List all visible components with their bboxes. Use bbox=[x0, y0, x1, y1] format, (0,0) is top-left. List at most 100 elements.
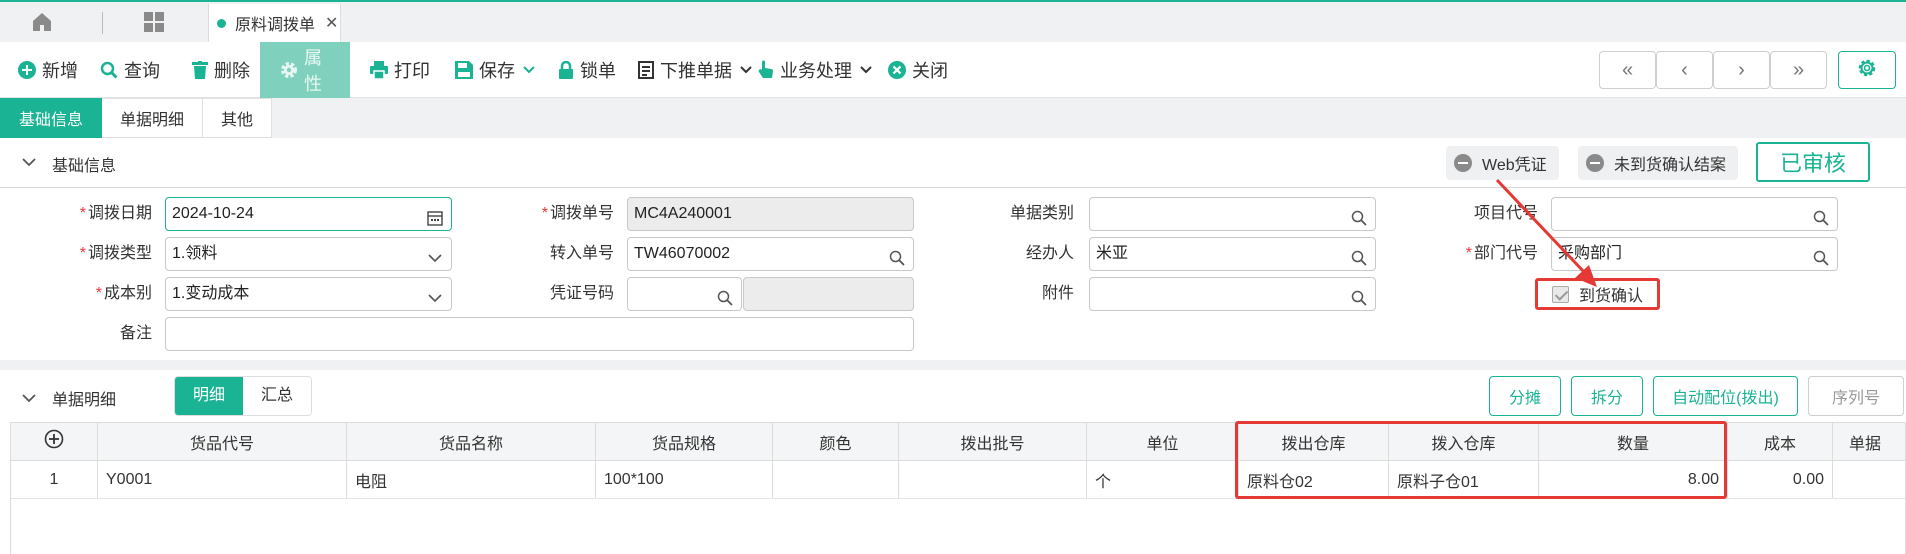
not-arrived-close-button[interactable]: 未到货确认结案 bbox=[1578, 146, 1739, 180]
search-icon[interactable] bbox=[1813, 246, 1829, 266]
delete-button[interactable]: 删除 bbox=[192, 42, 250, 98]
transfer-no-label: * 调拨单号 bbox=[541, 205, 614, 222]
project-code-field[interactable] bbox=[1551, 197, 1838, 231]
search-icon[interactable] bbox=[1351, 206, 1367, 226]
col-header[interactable]: 成本 bbox=[1728, 423, 1833, 460]
home-icon[interactable] bbox=[30, 10, 54, 34]
next-record-button[interactable]: › bbox=[1713, 51, 1770, 89]
voucher-no-field[interactable] bbox=[627, 277, 742, 311]
print-button[interactable]: 打印 bbox=[370, 42, 430, 98]
cell-in-warehouse[interactable]: 原料子仓01 bbox=[1389, 461, 1539, 498]
col-header[interactable]: 单位 bbox=[1087, 423, 1239, 460]
tab-doc-detail[interactable]: 单据明细 bbox=[102, 98, 204, 138]
cost-type-label: * 成本别 bbox=[95, 285, 152, 302]
doc-category-label: 单据类别 bbox=[1009, 205, 1074, 222]
apps-icon[interactable] bbox=[142, 10, 166, 34]
share-button[interactable]: 分摊 bbox=[1489, 376, 1561, 416]
prev-record-button[interactable]: ‹ bbox=[1656, 51, 1713, 89]
cell-batch[interactable] bbox=[899, 461, 1087, 498]
chevron-down-icon[interactable] bbox=[22, 154, 36, 172]
last-record-button[interactable]: » bbox=[1770, 51, 1827, 89]
col-header[interactable]: 数量 bbox=[1539, 423, 1728, 460]
transfer-date-label: * 调拨日期 bbox=[79, 205, 152, 222]
tab-summary[interactable]: 汇总 bbox=[243, 377, 312, 415]
serial-number-button[interactable]: 序列号 bbox=[1808, 376, 1904, 416]
cell-code[interactable]: Y0001 bbox=[98, 461, 347, 498]
section-title: 基础信息 bbox=[52, 158, 117, 175]
arrival-confirm-checkbox[interactable]: 到货确认 bbox=[1535, 278, 1660, 310]
chevron-down-icon bbox=[523, 63, 535, 77]
cell-out-warehouse[interactable]: 原料仓02 bbox=[1239, 461, 1389, 498]
cell-cost[interactable]: 0.00 bbox=[1728, 461, 1833, 498]
tab-transfer-order[interactable]: 原料调拨单 ✕ bbox=[208, 4, 341, 42]
cell-color[interactable] bbox=[773, 461, 899, 498]
voucher-no-label: 凭证号码 bbox=[549, 285, 614, 302]
tab-other[interactable]: 其他 bbox=[203, 98, 273, 138]
search-icon[interactable] bbox=[889, 246, 905, 266]
col-header[interactable]: 单据 bbox=[1833, 423, 1897, 460]
form-subtabs: 基础信息 单据明细 其他 bbox=[0, 98, 273, 138]
transfer-no-field[interactable]: MC4A240001 bbox=[627, 197, 914, 231]
properties-button[interactable]: 属性 bbox=[260, 42, 350, 98]
gear-icon bbox=[280, 61, 298, 79]
cell-spec[interactable]: 100*100 bbox=[596, 461, 773, 498]
search-icon[interactable] bbox=[1351, 286, 1367, 306]
col-header[interactable]: 货品代号 bbox=[98, 423, 347, 460]
business-process-button[interactable]: 业务处理 bbox=[758, 42, 872, 98]
transfer-date-field[interactable]: 2024-10-24 bbox=[165, 197, 452, 231]
cell-unit[interactable]: 个 bbox=[1087, 461, 1239, 498]
checkbox-checked-icon[interactable] bbox=[1552, 285, 1569, 303]
tab-detail[interactable]: 明细 bbox=[175, 377, 244, 415]
trash-icon bbox=[192, 61, 208, 79]
search-icon[interactable] bbox=[717, 286, 733, 306]
settings-button[interactable] bbox=[1838, 51, 1896, 89]
calendar-icon[interactable] bbox=[427, 206, 443, 226]
remark-field[interactable] bbox=[165, 317, 914, 351]
col-header[interactable]: 货品规格 bbox=[596, 423, 773, 460]
doc-category-field[interactable] bbox=[1089, 197, 1376, 231]
close-button[interactable]: 关闭 bbox=[888, 42, 948, 98]
lock-button[interactable]: 锁单 bbox=[558, 42, 616, 98]
remark-label: 备注 bbox=[119, 325, 152, 342]
row-index: 1 bbox=[11, 461, 98, 498]
cell-doc[interactable] bbox=[1833, 461, 1897, 498]
col-header[interactable]: 拨出批号 bbox=[899, 423, 1087, 460]
cell-quantity[interactable]: 8.00 bbox=[1539, 461, 1728, 498]
inbound-no-label: 转入单号 bbox=[549, 245, 614, 262]
transfer-type-select[interactable]: 1.领料 bbox=[165, 237, 452, 271]
col-header[interactable]: 拨出仓库 bbox=[1239, 423, 1389, 460]
auto-allocate-button[interactable]: 自动配位(拨出) bbox=[1653, 376, 1798, 416]
inbound-no-field[interactable]: TW46070002 bbox=[627, 237, 914, 271]
status-badge: 已审核 bbox=[1756, 142, 1870, 182]
hand-pointer-icon bbox=[758, 60, 774, 80]
push-down-button[interactable]: 下推单据 bbox=[638, 42, 752, 98]
search-icon[interactable] bbox=[1813, 206, 1829, 226]
handler-label: 经办人 bbox=[1025, 245, 1074, 262]
tab-basic-info[interactable]: 基础信息 bbox=[0, 98, 103, 138]
project-code-label: 项目代号 bbox=[1473, 205, 1538, 222]
attachment-field[interactable] bbox=[1089, 277, 1376, 311]
active-dot-icon bbox=[217, 18, 226, 28]
cell-name[interactable]: 电阻 bbox=[347, 461, 596, 498]
cost-type-select[interactable]: 1.变动成本 bbox=[165, 277, 452, 311]
web-voucher-button[interactable]: Web凭证 bbox=[1446, 146, 1559, 180]
col-header[interactable]: 拨入仓库 bbox=[1389, 423, 1539, 460]
first-record-button[interactable]: « bbox=[1599, 51, 1656, 89]
chevron-down-icon[interactable] bbox=[22, 390, 36, 408]
chevron-down-icon bbox=[427, 286, 443, 303]
col-header[interactable]: 货品名称 bbox=[347, 423, 596, 460]
add-row-button[interactable] bbox=[11, 423, 98, 460]
table-row[interactable]: 1 Y0001 电阻 100*100 个 原料仓02 原料子仓01 8.00 0… bbox=[11, 461, 1905, 499]
handler-field[interactable]: 米亚 bbox=[1089, 237, 1376, 271]
split-button[interactable]: 拆分 bbox=[1571, 376, 1643, 416]
minus-circle-icon bbox=[1586, 154, 1604, 172]
query-button[interactable]: 查询 bbox=[100, 42, 160, 98]
chevron-down-icon bbox=[740, 63, 752, 77]
col-header[interactable]: 颜色 bbox=[773, 423, 899, 460]
close-icon[interactable]: ✕ bbox=[325, 13, 338, 33]
save-button[interactable]: 保存 bbox=[455, 42, 535, 98]
new-button[interactable]: 新增 bbox=[18, 42, 78, 98]
record-navigation: « ‹ › » bbox=[1599, 51, 1827, 89]
dept-code-field[interactable]: 采购部门 bbox=[1551, 237, 1838, 271]
search-icon[interactable] bbox=[1351, 246, 1367, 266]
